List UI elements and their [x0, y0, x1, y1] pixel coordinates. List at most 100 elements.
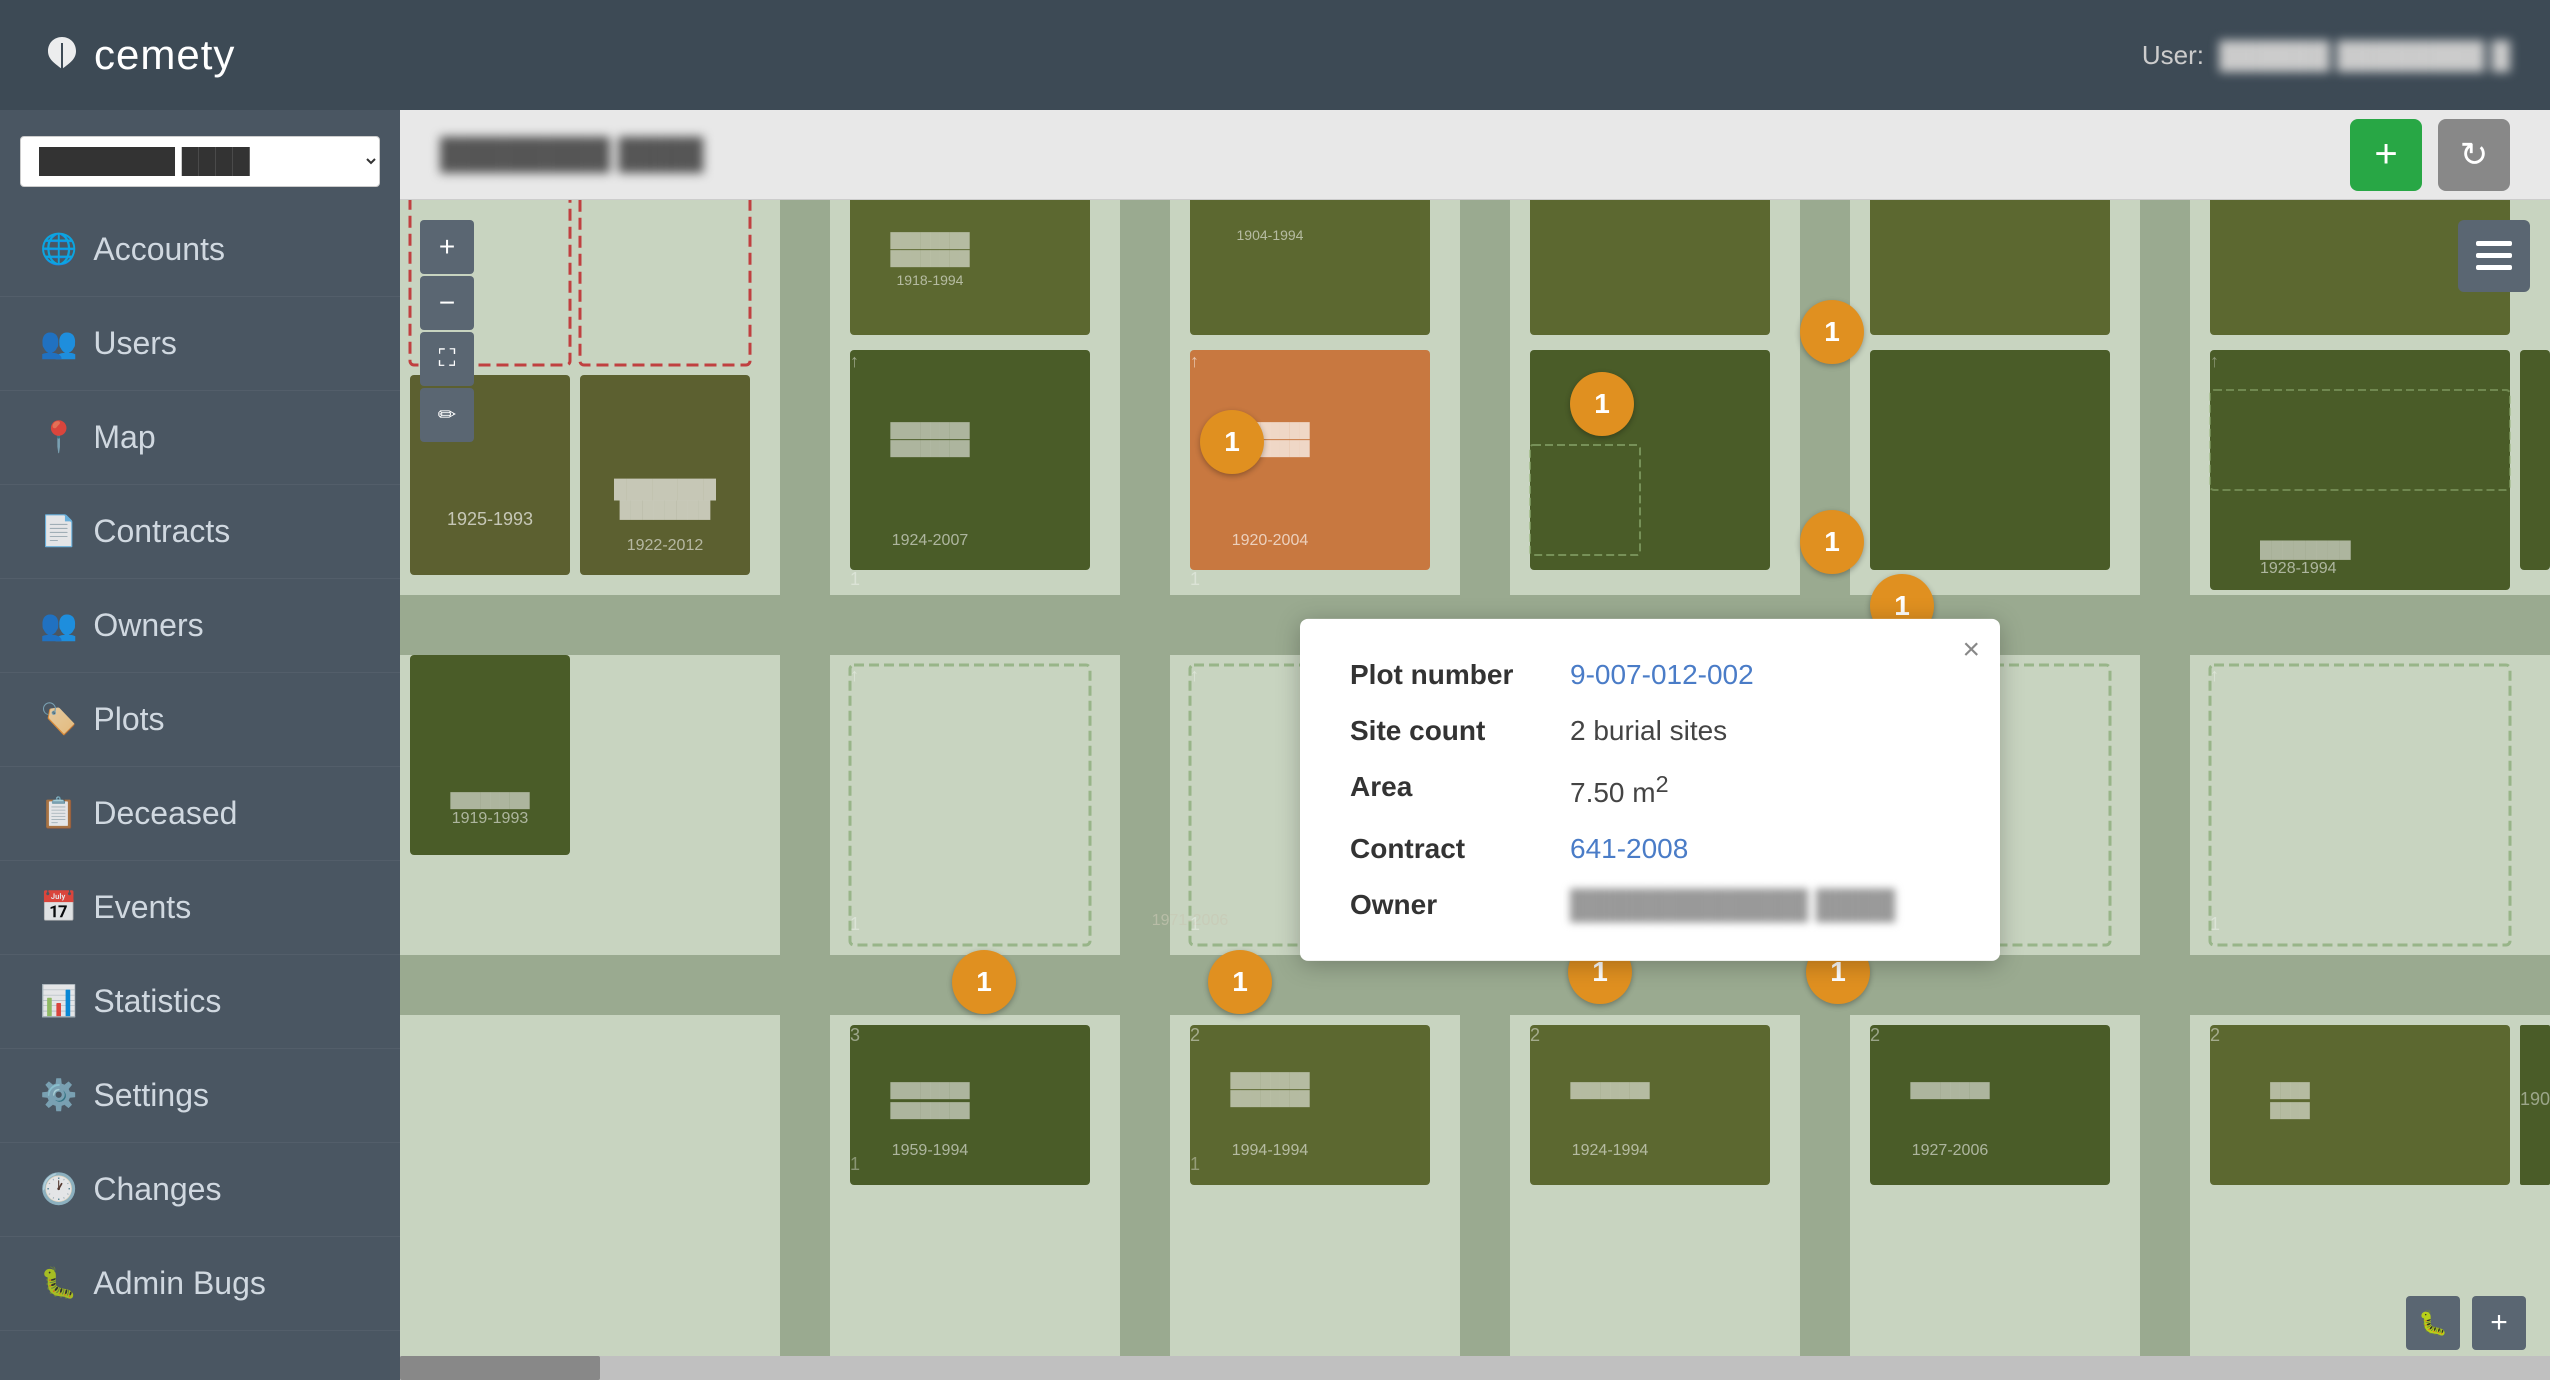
svg-text:████: ████: [2270, 1082, 2310, 1100]
svg-text:1927-2006: 1927-2006: [1912, 1142, 1989, 1159]
sidebar-label-deceased: Deceased: [93, 795, 360, 832]
map-canvas: 1925-1993 ████████ ████████ 1922-2012 ██…: [400, 200, 2550, 1380]
svg-text:↑: ↑: [850, 665, 859, 685]
svg-text:↑: ↑: [850, 351, 859, 371]
content-area: ████████ ████ + ↻: [400, 110, 2550, 1380]
popup-close-button[interactable]: ×: [1962, 635, 1980, 665]
sidebar-item-plots[interactable]: 🏷️ Plots: [0, 673, 400, 767]
sidebar-item-changes[interactable]: 🕐 Changes: [0, 1143, 400, 1237]
svg-text:████████: ████████: [1910, 1082, 1989, 1100]
svg-text:3: 3: [850, 1025, 860, 1045]
owners-icon: 👥: [40, 608, 77, 643]
popup-row-site-count: Site count 2 burial sites: [1350, 715, 1950, 747]
sidebar-select[interactable]: ████████ ████: [20, 136, 380, 187]
svg-text:████████: ████████: [890, 1102, 969, 1120]
map-area[interactable]: 1925-1993 ████████ ████████ 1922-2012 ██…: [400, 200, 2550, 1380]
map-layers-button[interactable]: [2458, 220, 2530, 292]
sidebar: ████████ ████ 🌐 Accounts 👥 Users 📍 Map 📄…: [0, 110, 400, 1380]
svg-text:████████: ████████: [1230, 1072, 1309, 1090]
sidebar-item-accounts[interactable]: 🌐 Accounts: [0, 203, 400, 297]
svg-text:1924-2007: 1924-2007: [892, 532, 969, 549]
svg-text:████████: ████████: [2260, 540, 2351, 560]
statistics-icon: 📊: [40, 984, 77, 1019]
svg-text:1925-1993: 1925-1993: [447, 509, 533, 529]
edit-map-button[interactable]: ✏: [420, 388, 474, 442]
svg-text:1922-2012: 1922-2012: [627, 537, 704, 554]
layers-icon: [2476, 241, 2512, 271]
sidebar-label-contracts: Contracts: [93, 513, 360, 550]
svg-text:↑: ↑: [2210, 351, 2219, 371]
svg-text:1959-1994: 1959-1994: [892, 1142, 969, 1159]
sidebar-label-accounts: Accounts: [93, 231, 360, 268]
badge-1a[interactable]: 1: [1200, 410, 1264, 474]
svg-text:↑: ↑: [2210, 665, 2219, 685]
svg-text:2: 2: [1190, 1025, 1200, 1045]
svg-text:1909-: 1909-: [2520, 1089, 2550, 1109]
svg-text:1: 1: [850, 569, 860, 589]
sidebar-label-owners: Owners: [93, 607, 360, 644]
svg-text:2: 2: [2210, 1025, 2220, 1045]
svg-text:████████: ████████: [1570, 1082, 1649, 1100]
svg-text:████████: ████████: [1230, 1090, 1309, 1108]
sidebar-item-contracts[interactable]: 📄 Contracts: [0, 485, 400, 579]
popup-value-contract[interactable]: 641-2008: [1570, 833, 1688, 865]
sidebar-item-owners[interactable]: 👥 Owners: [0, 579, 400, 673]
logo-icon: [40, 33, 84, 77]
toolbar-right: + ↻: [2350, 119, 2510, 191]
sidebar-dropdown-container[interactable]: ████████ ████: [20, 136, 380, 187]
svg-text:1: 1: [850, 914, 860, 934]
sidebar-item-adminbugs[interactable]: 🐛 Admin Bugs: [0, 1237, 400, 1331]
main-layout: ████████ ████ 🌐 Accounts 👥 Users 📍 Map 📄…: [0, 110, 2550, 1380]
svg-text:1: 1: [1190, 1154, 1200, 1174]
zoom-out-button[interactable]: −: [420, 276, 474, 330]
badge-1f[interactable]: 1: [952, 950, 1016, 1014]
popup-value-owner: ████████████ ████: [1570, 889, 1895, 921]
popup-value-site-count: 2 burial sites: [1570, 715, 1727, 747]
svg-text:2: 2: [1870, 1025, 1880, 1045]
svg-text:1: 1: [1190, 914, 1200, 934]
logo: cemety: [40, 31, 235, 79]
sidebar-item-users[interactable]: 👥 Users: [0, 297, 400, 391]
sidebar-item-map[interactable]: 📍 Map: [0, 391, 400, 485]
user-label: User:: [2142, 40, 2204, 70]
badge-1c[interactable]: 1: [1800, 300, 1864, 364]
svg-text:1920-2004: 1920-2004: [1232, 532, 1309, 549]
sidebar-item-events[interactable]: 📅 Events: [0, 861, 400, 955]
sidebar-label-settings: Settings: [93, 1077, 360, 1114]
add-button[interactable]: +: [2350, 119, 2422, 191]
topbar: cemety User: ██████ ████████ █: [0, 0, 2550, 110]
badge-1b[interactable]: 1: [1570, 372, 1634, 436]
sidebar-label-map: Map: [93, 419, 360, 456]
sidebar-label-statistics: Statistics: [93, 983, 360, 1020]
sidebar-item-statistics[interactable]: 📊 Statistics: [0, 955, 400, 1049]
sidebar-item-settings[interactable]: ⚙️ Settings: [0, 1049, 400, 1143]
refresh-button[interactable]: ↻: [2438, 119, 2510, 191]
deceased-icon: 📋: [40, 796, 77, 831]
svg-text:1924-1994: 1924-1994: [1572, 1142, 1649, 1159]
accounts-icon: 🌐: [40, 232, 77, 267]
badge-1g[interactable]: 1: [1208, 950, 1272, 1014]
map-debug-button[interactable]: 🐛: [2406, 1296, 2460, 1350]
map-icon: 📍: [40, 420, 77, 455]
svg-text:████████: ████████: [890, 232, 969, 250]
adminbugs-icon: 🐛: [40, 1266, 77, 1301]
sidebar-label-adminbugs: Admin Bugs: [93, 1265, 360, 1302]
svg-text:1918-1994: 1918-1994: [897, 272, 964, 288]
zoom-in-button[interactable]: +: [420, 220, 474, 274]
sidebar-label-users: Users: [93, 325, 360, 362]
map-add-button[interactable]: +: [2472, 1296, 2526, 1350]
scrollbar-thumb[interactable]: [400, 1356, 600, 1380]
settings-icon: ⚙️: [40, 1078, 77, 1113]
changes-icon: 🕐: [40, 1172, 77, 1207]
popup-value-area: 7.50 m2: [1570, 771, 1669, 809]
badge-1d[interactable]: 1: [1800, 510, 1864, 574]
svg-text:████████: ████████: [620, 500, 711, 520]
popup-label-site-count: Site count: [1350, 715, 1530, 747]
sidebar-label-changes: Changes: [93, 1171, 360, 1208]
horizontal-scrollbar[interactable]: [400, 1356, 2550, 1380]
sidebar-label-events: Events: [93, 889, 360, 926]
breadcrumb-bar: ████████ ████ + ↻: [400, 110, 2550, 200]
popup-value-plot-number[interactable]: 9-007-012-002: [1570, 659, 1754, 691]
sidebar-item-deceased[interactable]: 📋 Deceased: [0, 767, 400, 861]
fullscreen-button[interactable]: ⛶: [420, 332, 474, 386]
